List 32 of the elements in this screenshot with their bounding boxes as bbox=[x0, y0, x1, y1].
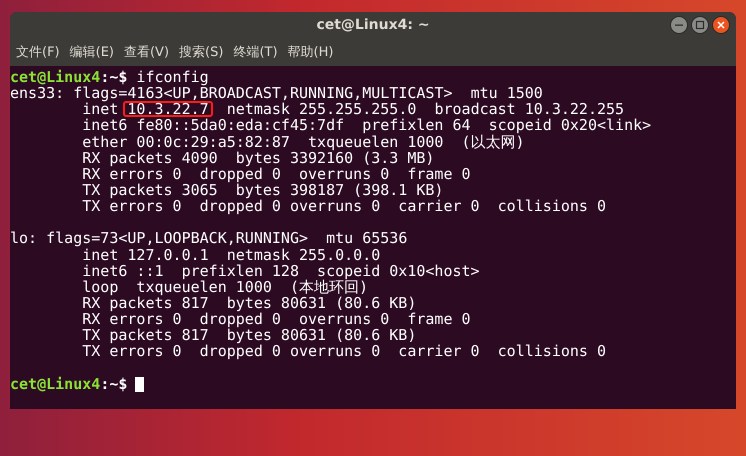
output-line: ether 00:0c:29:a5:82:87 txqueuelen 1000 (以太网) bbox=[81, 132, 525, 151]
menu-item[interactable]: 查看(V) bbox=[124, 43, 170, 61]
menu-item[interactable]: 文件(F) bbox=[16, 43, 60, 61]
menu-item[interactable]: 终端(T) bbox=[233, 43, 278, 61]
output-line: TX errors 0 dropped 0 overruns 0 carrier 0 collisions 0 bbox=[81, 342, 606, 360]
maximize-icon bbox=[695, 20, 705, 30]
menu-item[interactable]: 搜索(S) bbox=[179, 43, 224, 61]
close-button[interactable] bbox=[712, 16, 730, 34]
output-text: netmask 255.255.255.0 broadcast 10.3.22.255 bbox=[226, 100, 624, 118]
command-text: ifconfig bbox=[136, 68, 209, 86]
output-line: lo: flags=73<UP,LOOPBACK,RUNNING> mtu 65536 bbox=[10, 229, 408, 248]
prompt-path: :~$ bbox=[100, 68, 128, 86]
output-line: loop txqueuelen 1000 (本地环回) bbox=[81, 278, 368, 296]
prompt-user: cet@Linux4 bbox=[10, 374, 100, 393]
minimize-button[interactable] bbox=[670, 16, 688, 34]
highlighted-ip-address: 10.3.22.7 bbox=[123, 101, 213, 118]
output-line: RX packets 4090 bytes 3392160 (3.3 MB) bbox=[81, 148, 434, 167]
output-line: TX errors 0 dropped 0 overruns 0 carrier 0 collisions 0 bbox=[81, 197, 606, 216]
output-line: ens33: flags=4163<UP,BROADCAST,RUNNING,MULTICAST> mtu 1500 bbox=[10, 84, 543, 102]
maximize-button[interactable] bbox=[691, 16, 709, 34]
close-icon bbox=[716, 20, 726, 30]
output-line: inet 127.0.0.1 netmask 255.0.0.0 bbox=[82, 246, 380, 264]
menu-item[interactable]: 编辑(E) bbox=[70, 43, 114, 61]
prompt-user: cet@Linux4 bbox=[10, 68, 100, 86]
prompt-path: :~$ bbox=[100, 374, 128, 393]
window-title: cet@Linux4: ~ bbox=[316, 17, 430, 33]
menu-item[interactable]: 帮助(H) bbox=[288, 43, 334, 61]
output-text: inet bbox=[82, 100, 118, 118]
output-line: RX errors 0 dropped 0 overruns 0 frame 0 bbox=[81, 310, 471, 328]
output-line: TX packets 817 bytes 80631 (80.6 KB) bbox=[81, 326, 416, 344]
output-line: inet6 fe80::5da0:eda:cf45:7df prefixlen 64 scopeid 0x20<link> bbox=[81, 116, 652, 134]
output-line: inet6 ::1 prefixlen 128 scopeid 0x10<host> bbox=[81, 262, 480, 280]
